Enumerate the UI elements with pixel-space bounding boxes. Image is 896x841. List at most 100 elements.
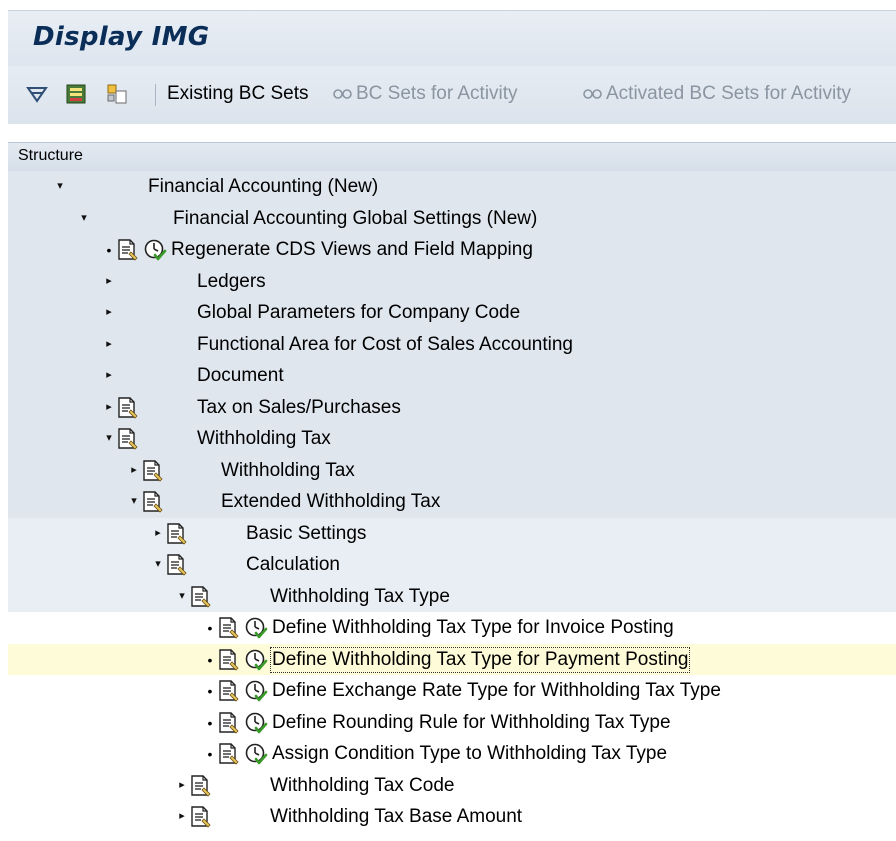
tree-node-label[interactable]: Define Withholding Tax Type for Invoice … — [272, 617, 674, 639]
execute-clock-icon[interactable] — [244, 711, 268, 735]
execute-clock-icon[interactable] — [244, 648, 268, 672]
expand-arrow-icon[interactable]: ▸ — [103, 401, 115, 413]
tree-node-label[interactable]: Assign Condition Type to Withholding Tax… — [272, 743, 667, 765]
page-title: Display IMG — [33, 22, 210, 52]
tree-row[interactable]: ▾ Financial Accounting (New) — [8, 171, 896, 203]
collapse-arrow-icon[interactable]: ▾ — [54, 180, 66, 192]
documentation-icon[interactable] — [117, 238, 139, 262]
documentation-icon[interactable] — [166, 522, 188, 546]
expand-arrow-icon[interactable]: ▸ — [152, 527, 164, 539]
additional-info-icon[interactable] — [105, 82, 129, 106]
collapse-arrow-icon[interactable]: ▾ — [78, 212, 90, 224]
leaf-bullet-icon: • — [207, 714, 213, 731]
expand-arrow-icon[interactable]: ▸ — [176, 810, 188, 822]
tree-row[interactable]: ▸ Functional Area for Cost of Sales Accou… — [8, 328, 896, 360]
tree-node-label[interactable]: Withholding Tax Code — [270, 775, 454, 797]
tree-row[interactable]: ▸ Withholding Tax — [8, 454, 896, 486]
tree-node-label[interactable]: Withholding Tax — [197, 428, 331, 450]
collapse-arrow-icon[interactable]: ▾ — [128, 495, 140, 507]
expand-arrow-icon[interactable]: ▸ — [103, 306, 115, 318]
tree-row[interactable]: ▸ Withholding Tax Code — [8, 769, 896, 801]
execute-clock-icon[interactable] — [244, 742, 268, 766]
tree-row[interactable]: • Define Rounding Rule for Withholding Ta… — [8, 706, 896, 738]
tree-node-label[interactable]: Document — [197, 365, 284, 387]
tree-row[interactable]: ▾ Financial Accounting Global Settings (N… — [8, 202, 896, 234]
tree-row[interactable]: • Regenerate CDS Views and Field Mapping — [8, 234, 896, 266]
expand-arrow-icon[interactable]: ▸ — [103, 369, 115, 381]
tree-node-label[interactable]: Extended Withholding Tax — [221, 491, 440, 513]
structure-column-header: Structure — [8, 142, 896, 172]
tree-node-label[interactable]: Regenerate CDS Views and Field Mapping — [171, 239, 533, 261]
tree-row[interactable]: ▾ Calculation — [8, 549, 896, 581]
expand-arrow-icon[interactable]: ▸ — [128, 464, 140, 476]
tree-node-label[interactable]: Ledgers — [197, 271, 266, 293]
tree-row[interactable]: • Define Withholding Tax Type for Invoice… — [8, 612, 896, 644]
existing-bc-sets-label: Existing BC Sets — [167, 83, 309, 104]
collapse-arrow-icon[interactable]: ▾ — [103, 432, 115, 444]
activated-bc-sets-label: Activated BC Sets for Activity — [606, 83, 851, 104]
tree-node-label[interactable]: Tax on Sales/Purchases — [197, 397, 401, 419]
tree-row[interactable]: ▸ Ledgers — [8, 265, 896, 297]
existing-bc-sets-button[interactable]: Existing BC Sets — [167, 83, 309, 105]
leaf-bullet-icon: • — [106, 242, 112, 258]
tree-node-label[interactable]: Financial Accounting (New) — [148, 176, 378, 198]
documentation-icon[interactable] — [190, 774, 212, 798]
documentation-icon[interactable] — [218, 679, 240, 703]
application-toolbar: Existing BC Sets BC Sets for Activity Ac… — [8, 66, 896, 125]
tree-row[interactable]: ▸ Global Parameters for Company Code — [8, 297, 896, 329]
documentation-icon[interactable] — [218, 711, 240, 735]
documentation-icon[interactable] — [218, 616, 240, 640]
documentation-icon[interactable] — [190, 585, 212, 609]
img-tree: ▾ Financial Accounting (New) ▾ Financial Ac… — [8, 171, 896, 833]
tree-node-label[interactable]: Financial Accounting Global Settings (Ne… — [173, 208, 537, 230]
bc-set-icon — [333, 89, 352, 99]
find-in-tree-icon[interactable] — [64, 82, 88, 106]
structure-header-label: Structure — [18, 147, 83, 164]
tree-row[interactable]: ▾ Withholding Tax Type — [8, 580, 896, 612]
tree-node-label[interactable]: Calculation — [246, 554, 340, 576]
collapse-arrow-icon[interactable]: ▾ — [176, 590, 188, 602]
tree-node-label[interactable]: Withholding Tax Base Amount — [270, 806, 522, 828]
leaf-bullet-icon: • — [207, 620, 213, 636]
tree-row[interactable]: ▸ Tax on Sales/Purchases — [8, 391, 896, 423]
tree-node-label[interactable]: Withholding Tax Type — [270, 586, 450, 608]
tree-row[interactable]: • Assign Condition Type to Withholding Ta… — [8, 738, 896, 770]
tree-node-label[interactable]: Define Exchange Rate Type for Withholdin… — [272, 680, 721, 702]
tree-node-label[interactable]: Basic Settings — [246, 523, 366, 545]
collapse-arrow-icon[interactable]: ▾ — [152, 558, 164, 570]
tree-node-label[interactable]: Global Parameters for Company Code — [197, 302, 520, 324]
leaf-bullet-icon: • — [207, 683, 213, 699]
documentation-icon[interactable] — [218, 742, 240, 766]
leaf-bullet-icon: • — [207, 746, 213, 762]
tree-row[interactable]: • Define Withholding Tax Type for Payment… — [8, 643, 896, 675]
tree-row[interactable]: ▾ Extended Withholding Tax — [8, 486, 896, 518]
tree-row[interactable]: ▾ Withholding Tax — [8, 423, 896, 455]
tree-node-label[interactable]: Functional Area for Cost of Sales Accoun… — [197, 334, 573, 356]
execute-clock-icon[interactable] — [244, 679, 268, 703]
toolbar-separator — [155, 84, 156, 106]
tree-row[interactable]: • Define Exchange Rate Type for Withholdi… — [8, 675, 896, 707]
execute-clock-icon[interactable] — [143, 238, 167, 262]
filter-icon[interactable] — [25, 82, 49, 106]
tree-row[interactable]: ▸ Document — [8, 360, 896, 392]
expand-arrow-icon[interactable]: ▸ — [176, 779, 188, 791]
expand-arrow-icon[interactable]: ▸ — [103, 275, 115, 287]
bc-sets-for-activity-button[interactable]: BC Sets for Activity — [332, 83, 518, 105]
documentation-icon[interactable] — [142, 459, 164, 483]
tree-row[interactable]: ▸ Withholding Tax Base Amount — [8, 801, 896, 833]
tree-node-label[interactable]: Define Rounding Rule for Withholding Tax… — [272, 712, 671, 734]
tree-node-label[interactable]: Withholding Tax — [221, 460, 355, 482]
documentation-icon[interactable] — [190, 805, 212, 829]
documentation-icon[interactable] — [142, 490, 164, 514]
documentation-icon[interactable] — [166, 553, 188, 577]
bc-sets-for-activity-label: BC Sets for Activity — [356, 83, 518, 104]
tree-node-label[interactable]: Define Withholding Tax Type for Payment … — [269, 646, 691, 673]
activated-bc-sets-button[interactable]: Activated BC Sets for Activity — [582, 83, 851, 105]
documentation-icon[interactable] — [117, 427, 139, 451]
execute-clock-icon[interactable] — [244, 616, 268, 640]
bc-set-icon — [583, 89, 602, 99]
expand-arrow-icon[interactable]: ▸ — [103, 338, 115, 350]
tree-row[interactable]: ▸ Basic Settings — [8, 517, 896, 549]
documentation-icon[interactable] — [218, 648, 240, 672]
documentation-icon[interactable] — [117, 396, 139, 420]
